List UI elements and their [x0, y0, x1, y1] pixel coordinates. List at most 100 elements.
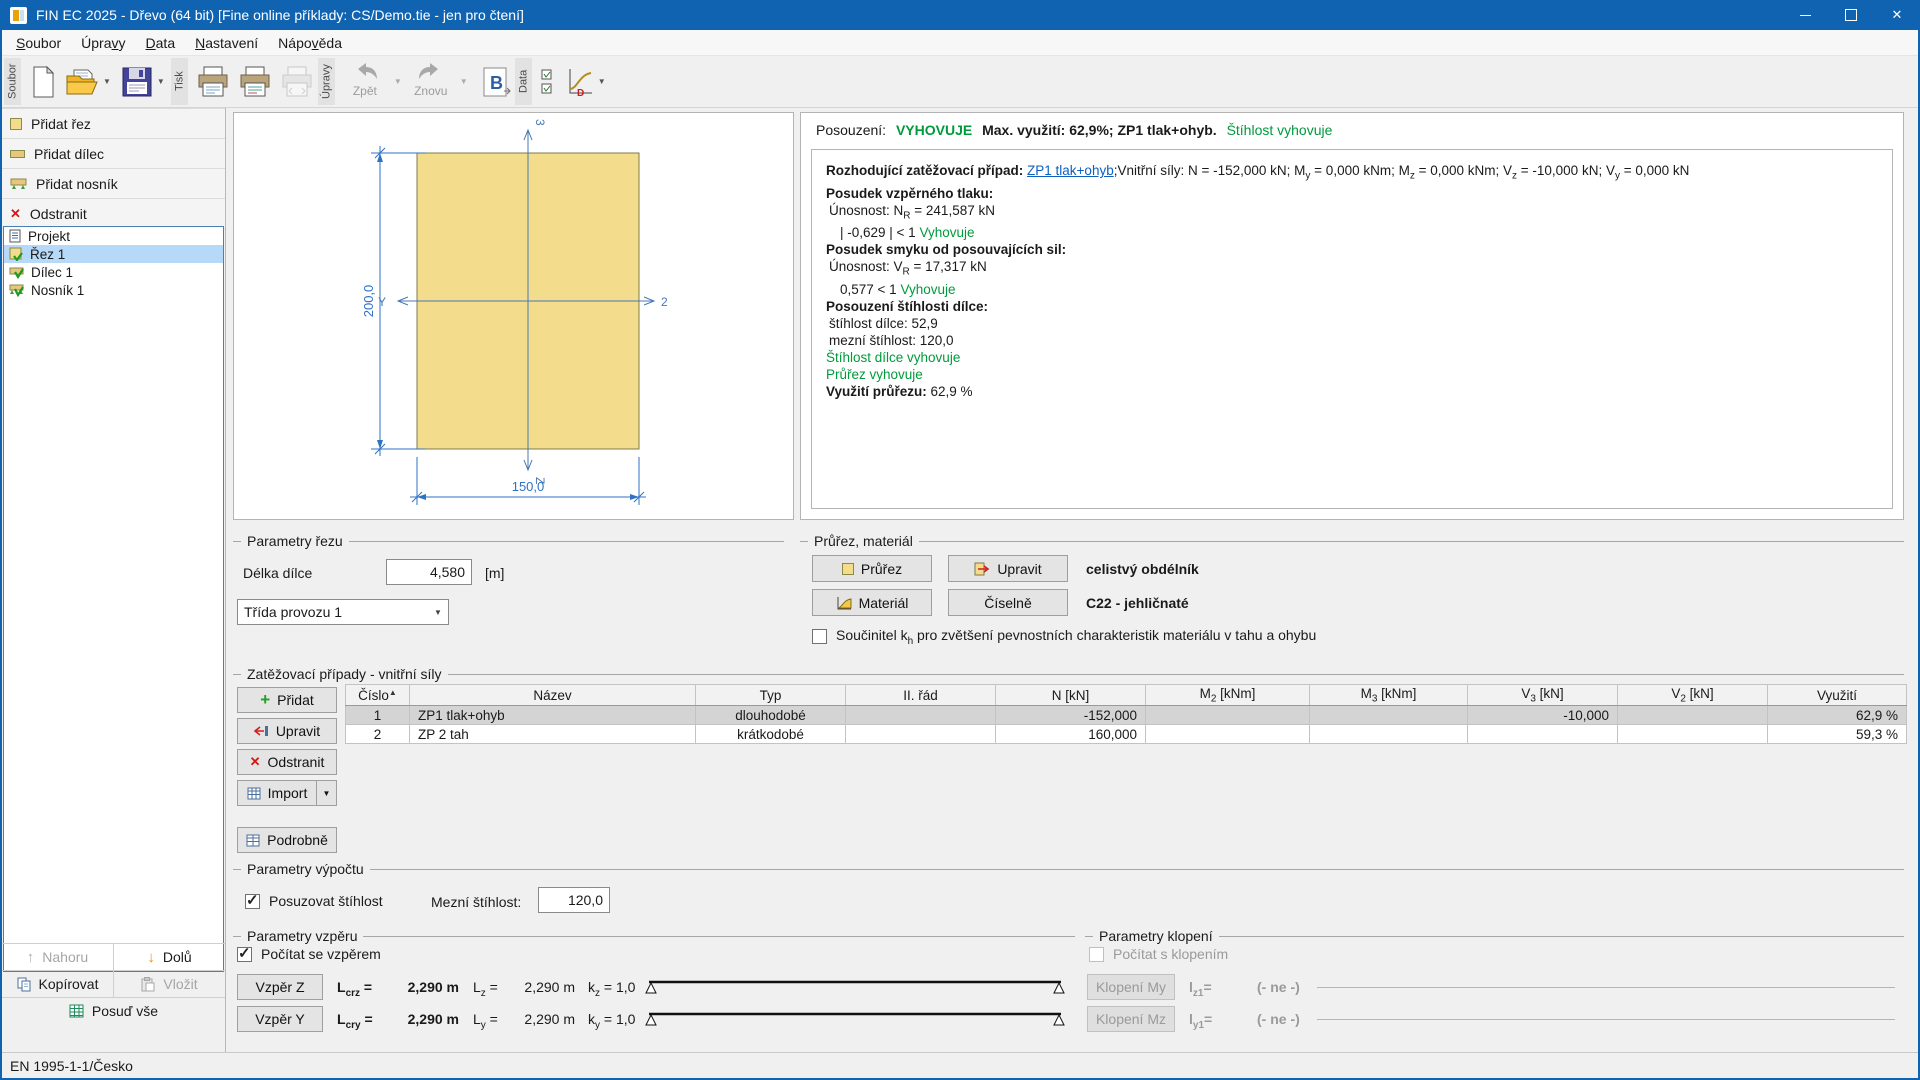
- ltb-checkbox[interactable]: [1089, 947, 1104, 962]
- kh-checkbox[interactable]: [812, 629, 827, 644]
- generate-document-button[interactable]: B: [477, 58, 515, 105]
- remove-button[interactable]: ✕ Odstranit: [2, 199, 225, 229]
- undo-dropdown[interactable]: ▼: [391, 77, 405, 86]
- open-file-dropdown[interactable]: ▼: [100, 77, 114, 86]
- col-m2[interactable]: M2 [kNm]: [1146, 685, 1310, 706]
- buckling-y-scheme: [645, 1010, 1065, 1028]
- new-document-button[interactable]: [25, 58, 61, 105]
- undo-button[interactable]: Zpět: [339, 58, 391, 105]
- delete-icon: ✕: [10, 206, 21, 222]
- lz-label: Lz =: [473, 979, 498, 999]
- move-up-button[interactable]: ↑ Nahoru: [2, 944, 113, 970]
- load-cases-group: Zatěžovací případy - vnitřní síly + Přid…: [233, 674, 1904, 856]
- redo-icon: [416, 61, 446, 83]
- kz-label: kz = 1,0: [588, 979, 635, 999]
- minimize-button[interactable]: [1782, 0, 1828, 30]
- add-member-button[interactable]: Přidat dílec: [2, 139, 225, 169]
- menu-upravy[interactable]: Úpravy: [71, 32, 135, 54]
- diagram-button[interactable]: D ▼: [562, 58, 612, 105]
- col-m3[interactable]: M3 [kNm]: [1310, 685, 1468, 706]
- height-dimension-label: 200,0: [361, 285, 376, 318]
- assess-all-button[interactable]: Posuď vše: [2, 998, 225, 1024]
- load-case-link[interactable]: ZP1 tlak+ohyb: [1027, 163, 1114, 178]
- tree-item-rez-1[interactable]: Řez 1: [4, 245, 223, 263]
- menu-nastaveni[interactable]: Nastavení: [185, 32, 268, 54]
- edit-section-button[interactable]: Upravit: [948, 555, 1068, 582]
- add-beam-button[interactable]: Přidat nosník: [2, 169, 225, 199]
- numeric-button[interactable]: Číselně: [948, 589, 1068, 616]
- ltb-my-button[interactable]: Klopení My: [1087, 974, 1175, 1000]
- sidebar-nav: ↑ Nahoru ↓ Dolů Kopírovat Vložit: [2, 943, 225, 1024]
- col-nazev[interactable]: Název: [410, 685, 696, 706]
- diagram-dropdown[interactable]: ▼: [595, 77, 609, 86]
- close-button[interactable]: ✕: [1874, 0, 1920, 30]
- col-n[interactable]: N [kN]: [996, 685, 1146, 706]
- col-cislo[interactable]: Číslo▲: [346, 685, 410, 706]
- save-button[interactable]: ▼: [117, 58, 171, 105]
- down-arrow-icon: ↓: [147, 949, 155, 966]
- limit-slenderness-input[interactable]: 120,0: [538, 887, 610, 913]
- print-document-button[interactable]: [234, 58, 276, 105]
- details-icon: [246, 834, 260, 847]
- paste-button[interactable]: Vložit: [113, 971, 225, 997]
- axis-2-label: 2: [661, 295, 668, 309]
- service-class-select[interactable]: Třída provozu 1 ▼: [237, 599, 449, 625]
- col-vyuziti[interactable]: Využití: [1768, 685, 1907, 706]
- buckling-z-scheme: [645, 978, 1065, 996]
- delete-load-case-button[interactable]: ✕ Odstranit: [237, 749, 337, 775]
- open-file-button[interactable]: ▼: [61, 58, 117, 105]
- buckling-checkbox[interactable]: [237, 947, 252, 962]
- import-dropdown[interactable]: ▼: [317, 780, 337, 806]
- kh-checkbox-row: Součinitel kh pro zvětšení pevnostních c…: [812, 627, 1316, 647]
- buckling-z-button[interactable]: Vzpěr Z: [237, 974, 323, 1000]
- add-load-case-button[interactable]: + Přidat: [237, 687, 337, 713]
- svg-text:B: B: [490, 73, 503, 93]
- menu-data[interactable]: Data: [136, 32, 186, 54]
- details-button[interactable]: Podrobně: [237, 827, 337, 853]
- col-ii-rad[interactable]: II. řád: [846, 685, 996, 706]
- paste-icon: [141, 977, 155, 992]
- menu-soubor[interactable]: Soubor: [6, 32, 71, 54]
- member-length-label: Délka dílce: [243, 565, 312, 581]
- maximize-button[interactable]: [1828, 0, 1874, 30]
- print-preview-button[interactable]: [276, 58, 318, 105]
- save-dropdown[interactable]: ▼: [154, 77, 168, 86]
- tree-item-dilec-1[interactable]: Dílec 1: [4, 263, 223, 281]
- menu-napoveda[interactable]: Nápověda: [268, 32, 352, 54]
- member-length-input[interactable]: 4,580: [386, 559, 472, 585]
- ltb-mz-button[interactable]: Klopení Mz: [1087, 1006, 1175, 1032]
- assess-slenderness-checkbox[interactable]: [245, 894, 260, 909]
- slenderness-checkbox-row: Posuzovat štíhlost: [245, 893, 383, 909]
- ltb-params-group: Parametry klopení Počítat s klopením Klo…: [1085, 936, 1904, 1052]
- ltb-mz-line: [1317, 1019, 1895, 1020]
- print-button[interactable]: [192, 58, 234, 105]
- redo-dropdown[interactable]: ▼: [457, 77, 471, 86]
- cross-section-group: Průřez, materiál Průřez Upravit celistvý…: [800, 541, 1904, 653]
- col-v3[interactable]: V3 [kN]: [1468, 685, 1618, 706]
- sort-ascending-icon: ▲: [389, 688, 397, 697]
- copy-button[interactable]: Kopírovat: [2, 971, 113, 997]
- col-v2[interactable]: V2 [kN]: [1618, 685, 1768, 706]
- col-typ[interactable]: Typ: [696, 685, 846, 706]
- add-section-button[interactable]: Přidat řez: [2, 108, 225, 139]
- tree-item-nosnik-1[interactable]: Nosník 1: [4, 281, 223, 299]
- edit-icon: [974, 562, 990, 576]
- move-down-button[interactable]: ↓ Dolů: [113, 944, 225, 970]
- section-button[interactable]: Průřez: [812, 555, 932, 582]
- table-row[interactable]: 1 ZP1 tlak+ohyb dlouhodobé -152,000 -10,…: [346, 706, 1907, 725]
- data-options-button[interactable]: [536, 58, 562, 105]
- combo-caret-icon: ▼: [428, 608, 448, 617]
- load-cases-table: Číslo▲ Název Typ II. řád N [kN] M2 [kNm]…: [345, 684, 1907, 744]
- slenderness-note: Štíhlost vyhovuje: [1227, 122, 1333, 138]
- material-button[interactable]: Materiál: [812, 589, 932, 616]
- printer-document-icon: [237, 64, 273, 100]
- tree-item-projekt[interactable]: Projekt: [4, 227, 223, 245]
- import-button[interactable]: Import: [237, 780, 317, 806]
- verdict-badge: VYHOVUJE: [896, 122, 972, 138]
- section-small-icon: [842, 563, 854, 575]
- axis-z-label: Z: [533, 477, 547, 484]
- redo-button[interactable]: Znovu: [405, 58, 457, 105]
- edit-load-case-button[interactable]: Upravit: [237, 718, 337, 744]
- buckling-y-button[interactable]: Vzpěr Y: [237, 1006, 323, 1032]
- table-row[interactable]: 2 ZP 2 tah krátkodobé 160,000 59,3 %: [346, 725, 1907, 744]
